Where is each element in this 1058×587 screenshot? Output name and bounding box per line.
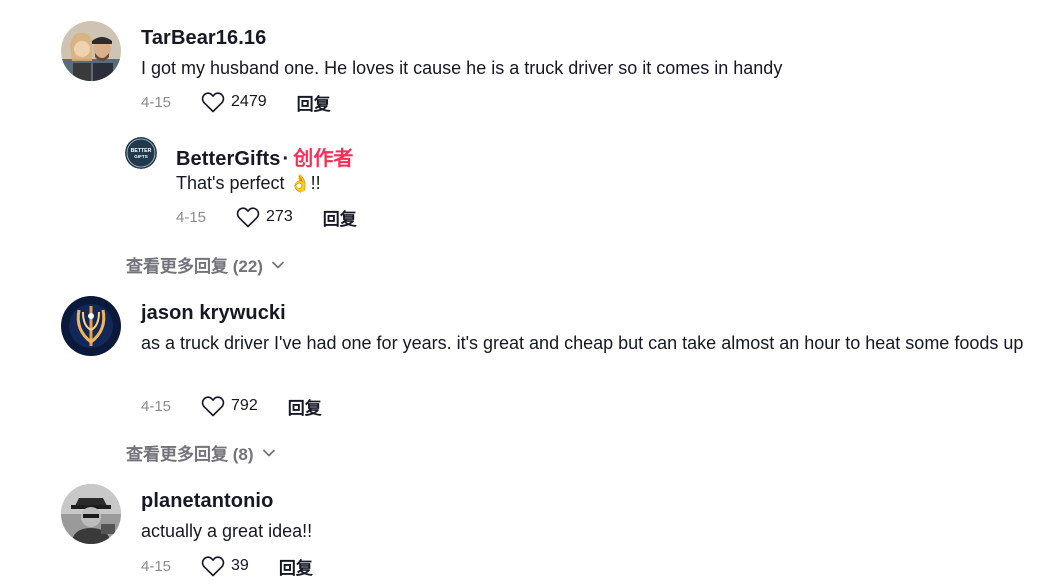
- like-count: 2479: [231, 93, 267, 110]
- chevron-down-icon: [262, 449, 275, 456]
- comment-meta: 4-15 39 回复: [141, 554, 313, 578]
- view-more-replies[interactable]: 查看更多回复 (8): [126, 440, 276, 465]
- comment-username[interactable]: TarBear16.16: [141, 27, 266, 50]
- comment-username[interactable]: jason krywucki: [141, 302, 286, 325]
- separator-dot: ·: [282, 148, 290, 170]
- heart-icon: [201, 396, 225, 417]
- like-button[interactable]: 39: [201, 555, 249, 577]
- comment-text: as a truck driver I've had one for years…: [141, 333, 1024, 353]
- view-more-label: 查看更多回复 (8): [126, 445, 254, 464]
- reply-button[interactable]: 回复: [288, 394, 322, 419]
- reply-button[interactable]: 回复: [323, 205, 357, 230]
- like-count: 792: [231, 397, 258, 414]
- comment-date: 4-15: [141, 93, 172, 111]
- like-count: 39: [231, 557, 249, 574]
- like-button[interactable]: 273: [236, 206, 293, 228]
- comment-meta: 4-15 792 回复: [141, 394, 322, 418]
- like-button[interactable]: 2479: [201, 91, 267, 113]
- reply-text-main: That's perfect: [176, 173, 290, 193]
- reply-username-link[interactable]: BetterGifts: [176, 148, 280, 170]
- avatar-bettergifts[interactable]: BETTER GIFTS: [125, 137, 157, 169]
- comment-date: 4-15: [141, 397, 172, 415]
- heart-icon: [201, 92, 225, 113]
- avatar-jason[interactable]: [61, 296, 121, 356]
- avatar-logo-text-bottom: GIFTS: [134, 154, 148, 159]
- reply-button[interactable]: 回复: [297, 90, 331, 115]
- reply-text-end: !!: [310, 173, 321, 193]
- avatar-tarbear[interactable]: [61, 21, 121, 81]
- creator-badge: 创作者: [293, 148, 354, 170]
- view-more-label: 查看更多回复 (22): [126, 257, 263, 276]
- reply-username: BetterGifts · 创作者: [176, 142, 354, 171]
- comment-text: I got my husband one. He loves it cause …: [141, 58, 783, 78]
- like-count: 273: [266, 208, 293, 225]
- avatar-planetantonio[interactable]: [61, 484, 121, 544]
- comment-text: actually a great idea!!: [141, 521, 313, 541]
- reply-button[interactable]: 回复: [279, 554, 313, 579]
- reply-text: That's perfect 👌!!: [176, 170, 321, 197]
- like-button[interactable]: 792: [201, 395, 258, 417]
- ok-hand-emoji: 👌: [289, 174, 311, 193]
- heart-icon: [236, 207, 260, 228]
- comment-meta: 4-15 2479 回复: [141, 90, 331, 114]
- comment-date: 4-15: [141, 557, 172, 575]
- reply-date: 4-15: [176, 208, 207, 226]
- view-more-replies[interactable]: 查看更多回复 (22): [126, 252, 285, 277]
- heart-icon: [201, 556, 225, 577]
- comment-username[interactable]: planetantonio: [141, 490, 273, 513]
- chevron-down-icon: [272, 261, 284, 268]
- reply-meta: 4-15 273 回复: [176, 205, 357, 229]
